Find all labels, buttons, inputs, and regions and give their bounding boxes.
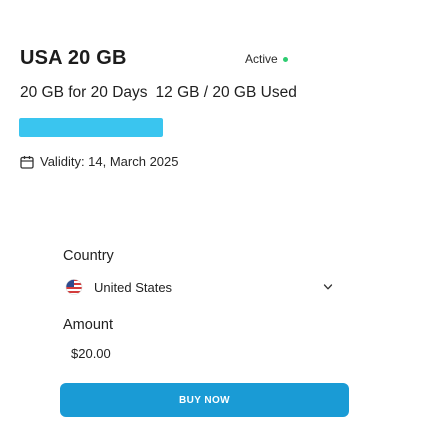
amount-value: $20.00 — [71, 346, 111, 361]
status-text: Active — [245, 52, 278, 66]
usage-progress-bar — [19, 118, 163, 137]
us-flag-icon — [64, 279, 84, 295]
status-indicator: Active — [245, 52, 288, 66]
plan-title: USA 20 GB — [20, 47, 127, 69]
plan-usage: 12 GB / 20 GB Used — [155, 84, 297, 101]
plan-package: 20 GB for 20 Days — [20, 84, 148, 101]
amount-label: Amount — [63, 317, 113, 333]
country-value: United States — [94, 279, 173, 295]
validity-text: Validity: 14, March 2025 — [40, 154, 179, 169]
chevron-down-icon[interactable] — [322, 280, 334, 298]
validity-row: Validity: 14, March 2025 — [20, 154, 179, 169]
status-dot-icon — [282, 57, 288, 62]
usage-progress-fill — [19, 118, 163, 137]
esim-plan-page: USA 20 GB Active 20 GB for 20 Days 12 GB … — [0, 0, 422, 438]
country-label: Country — [63, 248, 114, 264]
buy-now-button[interactable]: BUY NOW — [60, 383, 349, 417]
plan-summary: 20 GB for 20 Days 12 GB / 20 GB Used — [20, 84, 297, 102]
calendar-icon — [20, 155, 34, 169]
country-select[interactable]: United States — [64, 276, 334, 298]
